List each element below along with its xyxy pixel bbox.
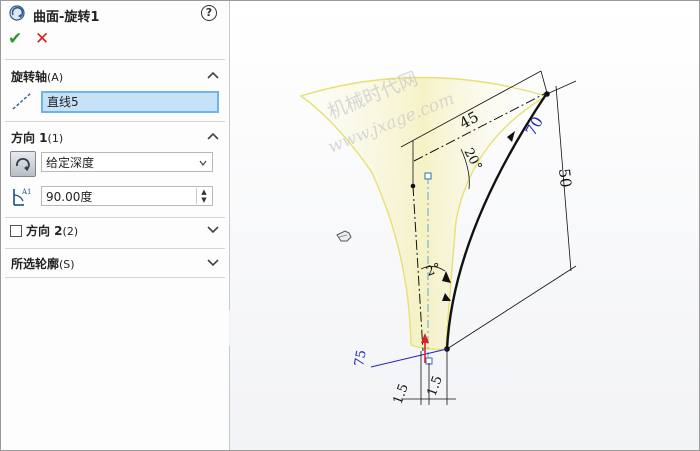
divider (5, 217, 225, 218)
mouse-cursor-icon (336, 230, 352, 242)
direction2-checkbox[interactable] (10, 225, 22, 237)
divider (5, 121, 225, 122)
dimension-75[interactable]: 75 (352, 349, 370, 368)
dimension-line (370, 348, 448, 368)
divider (5, 59, 225, 60)
reverse-direction-button[interactable] (10, 151, 36, 177)
dimension-70[interactable]: 70 (522, 113, 547, 139)
dimension-50[interactable]: 50 (555, 168, 575, 189)
revolve-surface-icon (9, 5, 25, 21)
spin-up-icon[interactable]: ▲ (197, 188, 211, 196)
panel-titlebar: 曲面-旋转1 ? (1, 1, 229, 27)
direction1-section-header[interactable]: 方向 1(1) (11, 129, 63, 146)
angle-value: 90.00度 (46, 190, 93, 204)
chevron-down-icon[interactable] (207, 226, 219, 234)
graphics-viewport[interactable]: 机械时代网 www.jxage.com 45 70 50 20° 2° 75 1… (230, 1, 699, 450)
direction2-label: 方向 2 (26, 224, 63, 238)
svg-text:A1: A1 (21, 188, 32, 196)
dimension-1-5-right[interactable]: 1.5 (425, 374, 446, 399)
ok-button[interactable]: ✔ (8, 30, 22, 48)
angle-icon: A1 (13, 188, 32, 206)
axis-selection-field[interactable]: 直线5 (41, 91, 219, 113)
window-frame: 曲面-旋转1 ? ✔ ✕ 旋转轴(A) 直线5 方向 1(1) 给定深度 A1 … (0, 0, 700, 451)
direction1-label: 方向 1 (11, 131, 48, 145)
angle-input[interactable]: 90.00度 ▲ ▼ (41, 186, 213, 206)
direction1-key: (1) (47, 132, 64, 145)
chevron-up-icon[interactable] (207, 71, 219, 79)
contours-section-header[interactable]: 所选轮廓(S) (11, 255, 75, 272)
contours-label: 所选轮廓 (11, 257, 60, 271)
chevron-down-icon (199, 160, 207, 166)
end-condition-select[interactable]: 给定深度 (41, 152, 213, 172)
extension-line (540, 70, 548, 94)
reverse-direction-icon (16, 157, 30, 171)
chevron-up-icon[interactable] (207, 132, 219, 140)
panel-title: 曲面-旋转1 (33, 10, 100, 25)
property-manager-panel: 曲面-旋转1 ? ✔ ✕ 旋转轴(A) 直线5 方向 1(1) 给定深度 A1 … (1, 1, 230, 450)
chevron-down-icon[interactable] (207, 259, 219, 267)
divider (5, 277, 225, 278)
contours-key: (S) (59, 258, 75, 271)
axis-section-label: 旋转轴 (11, 70, 48, 84)
end-condition-value: 给定深度 (46, 156, 95, 170)
angle-spinner[interactable]: ▲ ▼ (196, 188, 211, 204)
arrow-icon (507, 131, 515, 142)
axis-section-key: (A) (47, 71, 64, 84)
direction2-section-header[interactable]: 方向 2(2) (26, 222, 78, 239)
axis-section-header[interactable]: 旋转轴(A) (11, 68, 63, 85)
axis-endpoint-handle[interactable] (424, 172, 432, 180)
axis-line-icon (12, 92, 32, 110)
model-canvas[interactable]: 机械时代网 www.jxage.com 45 70 50 20° 2° 75 1… (230, 1, 699, 450)
direction2-key: (2) (62, 225, 79, 238)
cancel-button[interactable]: ✕ (35, 30, 49, 48)
spin-down-icon[interactable]: ▼ (197, 196, 211, 204)
dimension-1-5-left[interactable]: 1.5 (391, 382, 412, 407)
help-icon[interactable]: ? (201, 5, 217, 21)
divider (5, 248, 225, 249)
